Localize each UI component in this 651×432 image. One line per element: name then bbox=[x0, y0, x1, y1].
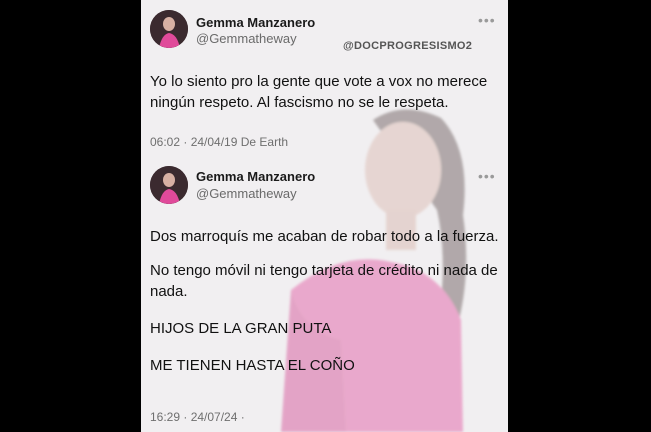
tweet-2: Gemma Manzanero @Gemmatheway ••• Dos mar… bbox=[141, 160, 508, 432]
avatar-image bbox=[150, 166, 188, 204]
tweet-paragraph: ME TIENEN HASTA EL COÑO bbox=[150, 357, 355, 374]
tweet-text-line: ningún respeto. Al fascismo no se le res… bbox=[150, 94, 449, 111]
tweet-timestamp[interactable]: 16:29 · 24/07/24 · bbox=[150, 410, 245, 424]
tweet-timestamp[interactable]: 06:02 · 24/04/19 De Earth bbox=[150, 135, 288, 149]
author-name[interactable]: Gemma Manzanero bbox=[196, 169, 315, 184]
author-handle[interactable]: @Gemmatheway bbox=[196, 31, 297, 46]
author-handle[interactable]: @Gemmatheway bbox=[196, 186, 297, 201]
screenshot-panel: @DOCPROGRESISMO2 Gemma Manzanero @Gemmat… bbox=[141, 0, 508, 432]
avatar[interactable] bbox=[150, 10, 188, 48]
tweet-paragraph: HIJOS DE LA GRAN PUTA bbox=[150, 320, 332, 337]
avatar-image bbox=[150, 10, 188, 48]
avatar[interactable] bbox=[150, 166, 188, 204]
tweet-text-line: Yo lo siento pro la gente que vote a vox… bbox=[150, 73, 488, 90]
tweet-paragraph: Dos marroquís me acaban de robar todo a … bbox=[150, 228, 499, 245]
author-name[interactable]: Gemma Manzanero bbox=[196, 15, 315, 30]
tweet-paragraph: No tengo móvil ni tengo tarjeta de crédi… bbox=[150, 262, 498, 279]
tweet-text: Dos marroquís me acaban de robar todo a … bbox=[150, 226, 500, 376]
tweet-paragraph: nada. bbox=[150, 283, 188, 300]
tweet-text: Yo lo siento pro la gente que vote a vox… bbox=[150, 71, 500, 113]
more-icon[interactable]: ••• bbox=[478, 168, 496, 184]
tweet-1: Gemma Manzanero @Gemmatheway ••• Yo lo s… bbox=[141, 0, 508, 160]
more-icon[interactable]: ••• bbox=[478, 12, 496, 28]
